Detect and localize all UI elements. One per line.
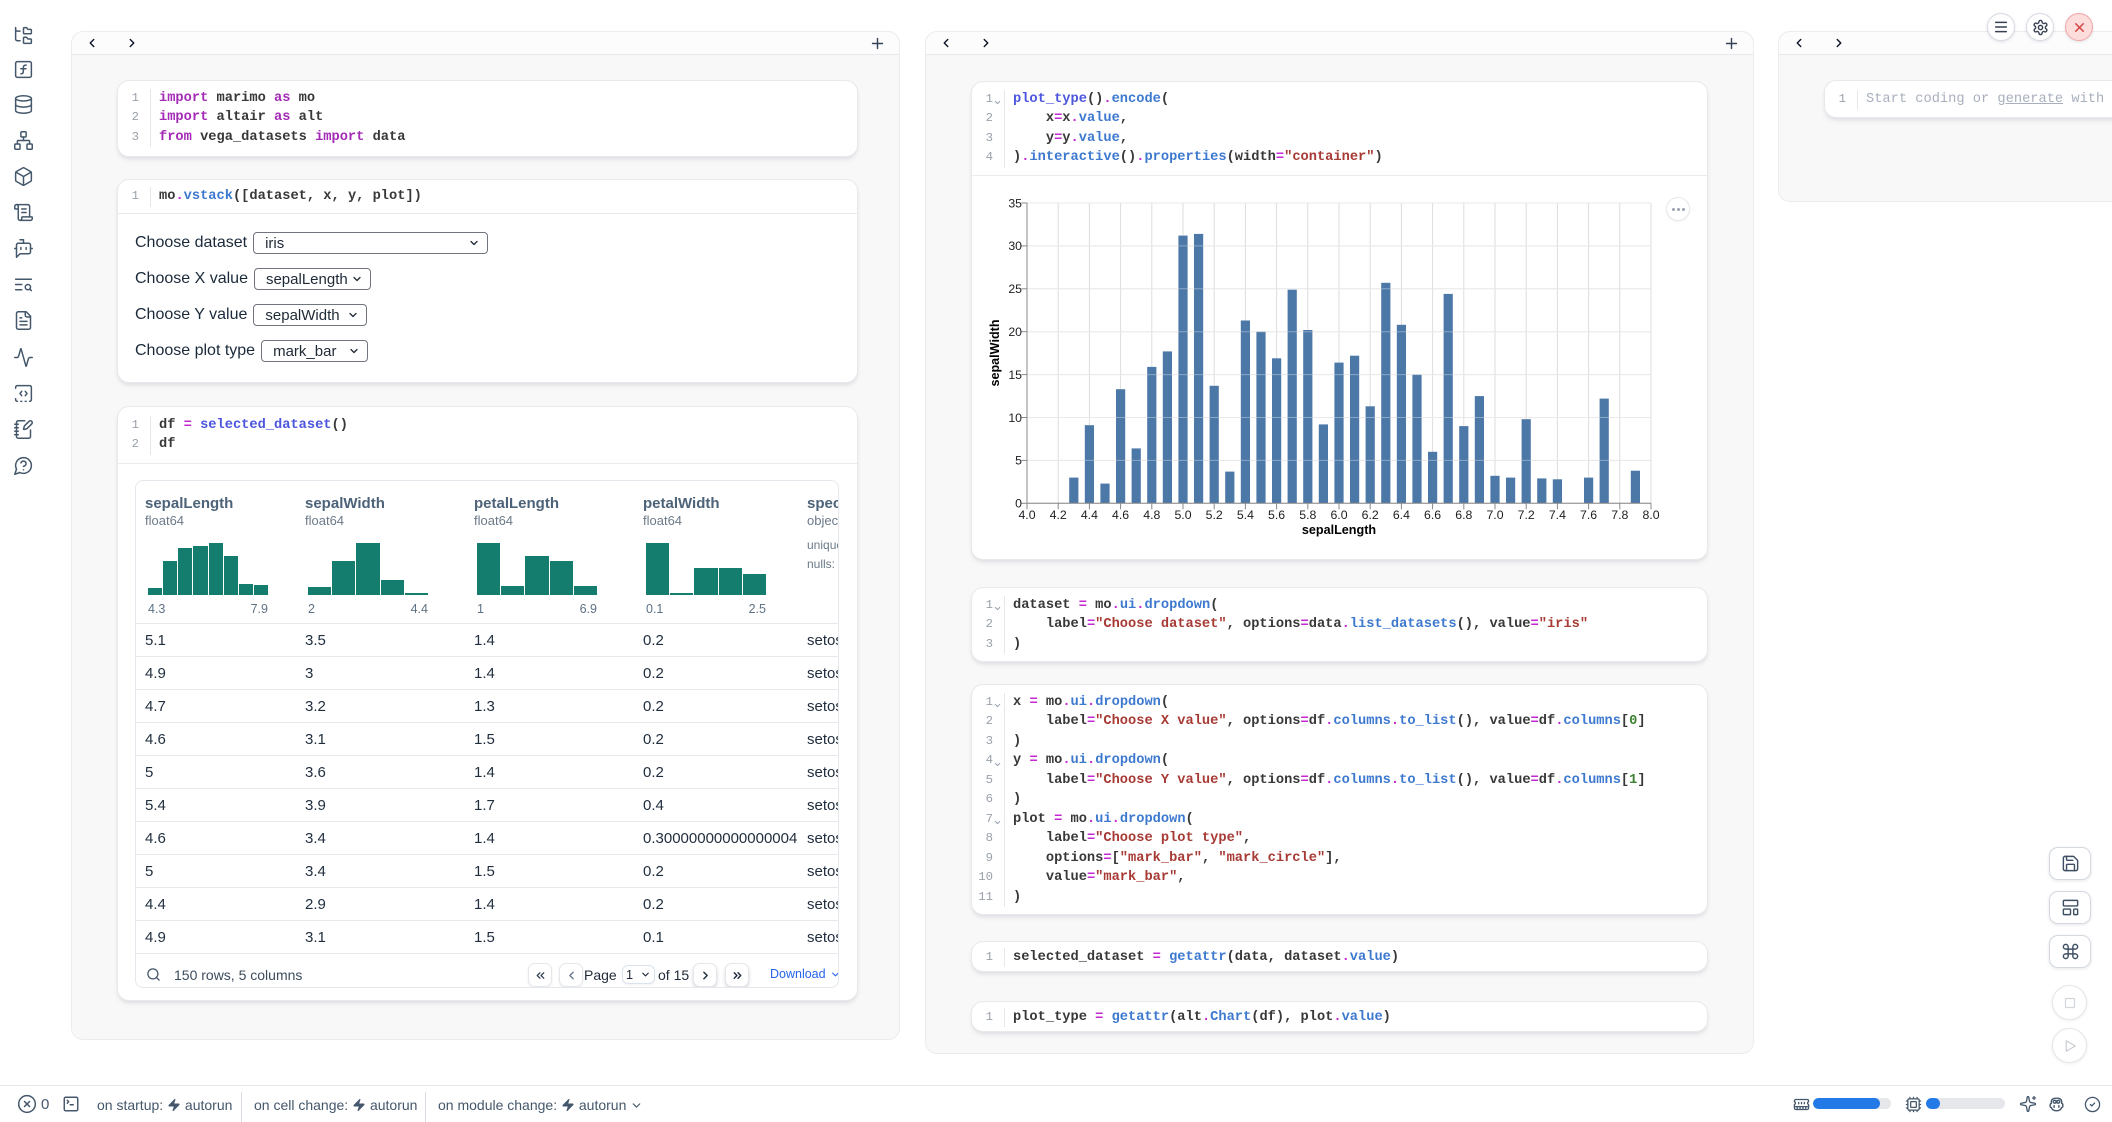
svg-text:4.2: 4.2 [1050, 508, 1067, 522]
svg-text:4.4: 4.4 [1081, 508, 1098, 522]
svg-text:7.4: 7.4 [1549, 508, 1566, 522]
svg-text:4.6: 4.6 [1112, 508, 1129, 522]
svg-text:7.6: 7.6 [1580, 508, 1597, 522]
svg-text:5.8: 5.8 [1299, 508, 1316, 522]
svg-text:sepalWidth: sepalWidth [988, 319, 1002, 386]
svg-text:7.8: 7.8 [1611, 508, 1628, 522]
svg-text:4.0: 4.0 [1018, 508, 1035, 522]
svg-text:sepalLength: sepalLength [1302, 523, 1376, 537]
svg-text:5.4: 5.4 [1237, 508, 1254, 522]
svg-text:5.0: 5.0 [1174, 508, 1191, 522]
svg-text:6.8: 6.8 [1455, 508, 1472, 522]
svg-text:6.2: 6.2 [1362, 508, 1379, 522]
svg-text:35: 35 [1008, 196, 1022, 210]
svg-text:20: 20 [1008, 325, 1022, 339]
svg-text:5.2: 5.2 [1206, 508, 1223, 522]
svg-text:10: 10 [1008, 411, 1022, 425]
svg-text:15: 15 [1008, 368, 1022, 382]
svg-text:5: 5 [1015, 454, 1022, 468]
svg-text:25: 25 [1008, 282, 1022, 296]
svg-text:30: 30 [1008, 239, 1022, 253]
svg-text:8.0: 8.0 [1642, 508, 1659, 522]
svg-text:4.8: 4.8 [1143, 508, 1160, 522]
svg-text:7.0: 7.0 [1486, 508, 1503, 522]
svg-text:5.6: 5.6 [1268, 508, 1285, 522]
svg-text:6.4: 6.4 [1393, 508, 1410, 522]
svg-text:6.0: 6.0 [1330, 508, 1347, 522]
svg-text:7.2: 7.2 [1518, 508, 1535, 522]
svg-text:6.6: 6.6 [1424, 508, 1441, 522]
